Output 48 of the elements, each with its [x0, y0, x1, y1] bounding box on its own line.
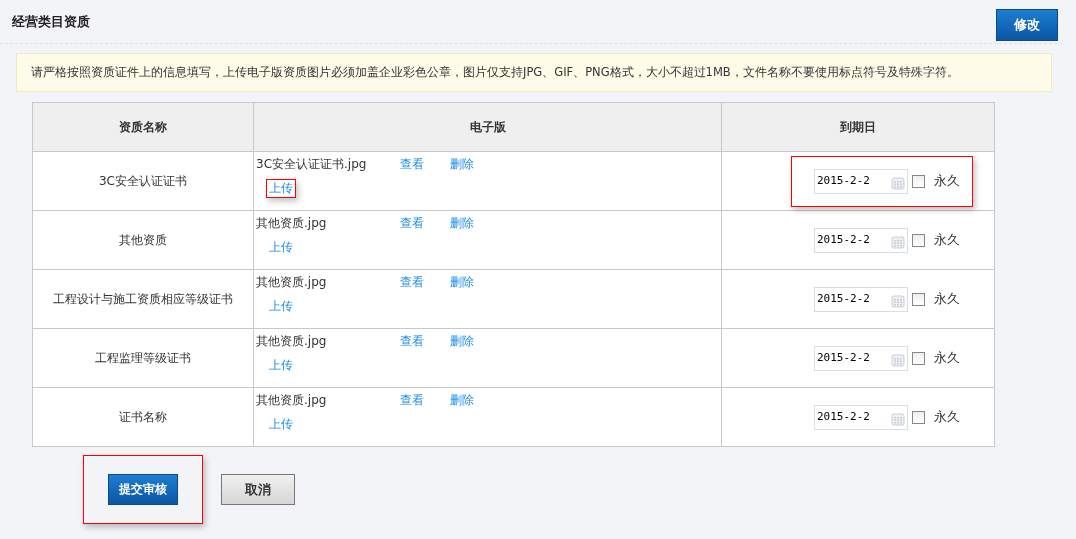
view-link[interactable]: 查看	[400, 274, 424, 291]
checkbox-label: 永久	[934, 349, 960, 367]
date-field[interactable]: 2015-2-2	[814, 227, 908, 253]
checkbox[interactable]	[912, 292, 925, 306]
file-name: 其他资质.jpg	[256, 392, 328, 409]
upload-link[interactable]: 上传	[269, 416, 293, 433]
delete-link[interactable]: 删除	[450, 215, 474, 232]
delete-link[interactable]: 删除	[450, 392, 474, 409]
section-title: 经营类目资质	[12, 12, 90, 31]
checkbox-label: 永久	[934, 290, 960, 308]
checkbox[interactable]	[912, 174, 925, 188]
column-header: 到期日	[721, 102, 995, 152]
edit-button[interactable]: 修改	[996, 8, 1058, 41]
checkbox-label: 永久	[934, 231, 960, 249]
checkbox-label: 永久	[934, 408, 960, 426]
checkbox[interactable]	[912, 410, 925, 424]
column-header: 电子版	[253, 102, 722, 152]
file-name: 3C安全认证证书.jpg	[256, 156, 368, 173]
table-cell: 证书名称	[32, 387, 254, 447]
view-link[interactable]: 查看	[400, 215, 424, 232]
table-cell: 工程监理等级证书	[32, 328, 254, 388]
view-link[interactable]: 查看	[400, 333, 424, 350]
delete-link[interactable]: 删除	[450, 274, 474, 291]
view-link[interactable]: 查看	[400, 392, 424, 409]
upload-link[interactable]: 上传	[269, 357, 293, 374]
notice-text: 请严格按照资质证件上的信息填写，上传电子版资质图片必须加盖企业彩色公章，图片仅支持JPG、GIF、PNG格式，大小不超过1MB，文件名称不要使用标点符号及特殊字符。	[16, 53, 1052, 92]
table-cell: 其他资质	[32, 210, 254, 270]
date-field[interactable]: 2015-2-2	[814, 345, 908, 371]
date-field[interactable]: 2015-2-2	[814, 404, 908, 430]
view-link[interactable]: 查看	[400, 156, 424, 173]
file-name: 其他资质.jpg	[256, 215, 328, 232]
delete-link[interactable]: 删除	[450, 156, 474, 173]
date-field[interactable]: 2015-2-2	[814, 286, 908, 312]
checkbox-label: 永久	[934, 172, 960, 190]
upload-link[interactable]: 上传	[269, 180, 293, 197]
checkbox[interactable]	[912, 351, 925, 365]
table-cell: 工程设计与施工资质相应等级证书	[32, 269, 254, 329]
cancel-button[interactable]: 取消	[221, 474, 295, 505]
delete-link[interactable]: 删除	[450, 333, 474, 350]
table-cell: 3C安全认证证书	[32, 151, 254, 211]
upload-link[interactable]: 上传	[269, 298, 293, 315]
submit-button[interactable]: 提交审核	[108, 474, 178, 505]
file-name: 其他资质.jpg	[256, 333, 328, 350]
upload-link[interactable]: 上传	[269, 239, 293, 256]
checkbox[interactable]	[912, 233, 925, 247]
column-header: 资质名称	[32, 102, 254, 152]
date-field[interactable]: 2015-2-2	[814, 168, 908, 194]
file-name: 其他资质.jpg	[256, 274, 328, 291]
